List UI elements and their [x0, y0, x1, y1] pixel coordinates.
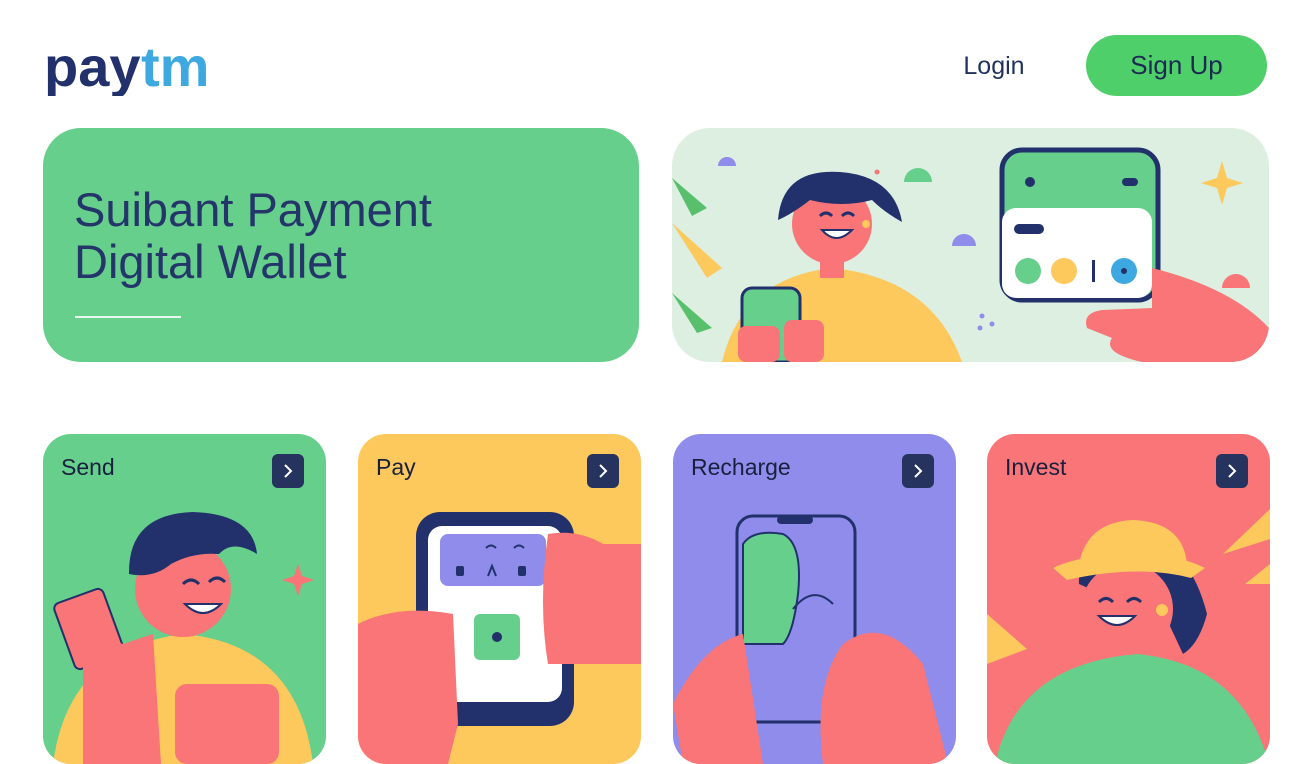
card-send-label: Send — [61, 454, 115, 480]
card-recharge-chevron-right-icon[interactable] — [902, 454, 934, 488]
hero-title-line-1: Suibant Payment — [74, 183, 432, 236]
hero-title: Suibant Payment Digital Wallet — [74, 184, 594, 288]
login-link[interactable]: Login — [944, 45, 1044, 87]
card-send[interactable]: Send — [43, 434, 326, 764]
card-pay-label: Pay — [376, 454, 416, 480]
svg-text:pay: pay — [44, 36, 141, 96]
card-invest-label: Invest — [1005, 454, 1067, 480]
sign-up-button[interactable]: Sign Up — [1086, 35, 1267, 96]
paytm-logo[interactable]: pay tm — [44, 36, 214, 96]
card-recharge-label: Recharge — [691, 454, 791, 480]
hero-banner: Suibant Payment Digital Wallet — [43, 128, 639, 362]
hero-divider — [75, 316, 181, 318]
card-pay-chevron-right-icon[interactable] — [587, 454, 619, 488]
card-invest-chevron-right-icon[interactable] — [1216, 454, 1248, 488]
hero-illustration — [672, 128, 1269, 362]
card-send-chevron-right-icon[interactable] — [272, 454, 304, 488]
card-invest[interactable]: Invest — [987, 434, 1270, 764]
card-pay[interactable]: Pay — [358, 434, 641, 764]
card-recharge[interactable]: Recharge — [673, 434, 956, 764]
hero-title-line-2: Digital Wallet — [74, 235, 347, 288]
svg-text:tm: tm — [141, 36, 209, 96]
